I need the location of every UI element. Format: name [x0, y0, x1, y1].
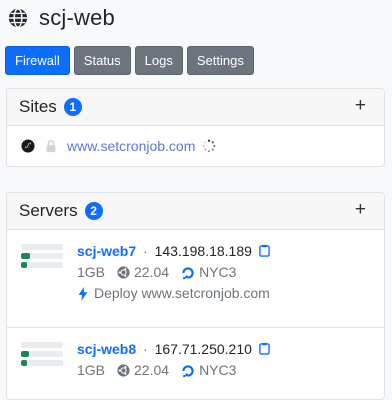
- usage-bar: [21, 360, 63, 366]
- symfony-icon: [21, 139, 35, 153]
- ubuntu-icon: [117, 266, 130, 279]
- server-region: NYC3: [199, 264, 237, 280]
- server-os-version: 22.04: [134, 362, 170, 378]
- lock-icon: [46, 140, 56, 153]
- sites-count-badge: 1: [63, 98, 82, 116]
- servers-count-badge: 2: [84, 202, 103, 220]
- servers-card: Servers 2 + scj-web7 · 143.198.18.189 1G…: [6, 192, 385, 400]
- server-row[interactable]: scj-web7 · 143.198.18.189 1GB 22.04 NYC3…: [7, 230, 384, 327]
- tab-bar: Firewall Status Logs Settings: [0, 46, 392, 75]
- site-row[interactable]: www.setcronjob.com: [7, 126, 384, 166]
- server-name[interactable]: scj-web8: [77, 341, 136, 357]
- digitalocean-icon: [182, 364, 194, 377]
- usage-bar: [21, 262, 63, 268]
- clipboard-icon[interactable]: [259, 244, 270, 257]
- globe-icon: [8, 8, 28, 28]
- servers-title: Servers: [19, 201, 78, 220]
- server-row[interactable]: scj-web8 · 167.71.250.210 1GB 22.04 NYC3: [7, 327, 384, 399]
- ubuntu-icon: [117, 364, 130, 377]
- tab-settings[interactable]: Settings: [186, 46, 254, 75]
- server-ip: 167.71.250.210: [154, 341, 252, 357]
- usage-bars: [21, 244, 63, 271]
- tab-status[interactable]: Status: [73, 46, 131, 75]
- sites-card: Sites 1 + www.setcronjob.com: [6, 88, 385, 167]
- server-memory: 1GB: [77, 264, 106, 280]
- sites-card-header: Sites 1 +: [7, 89, 384, 126]
- tab-logs[interactable]: Logs: [134, 46, 183, 75]
- server-name[interactable]: scj-web7: [77, 243, 136, 259]
- add-site-button[interactable]: +: [355, 95, 366, 117]
- clipboard-icon[interactable]: [259, 342, 270, 355]
- app-title: scj-web: [39, 5, 115, 30]
- usage-bars: [21, 342, 63, 369]
- digitalocean-icon: [182, 266, 194, 279]
- usage-bar: [21, 244, 63, 250]
- server-memory: 1GB: [77, 362, 106, 378]
- site-link[interactable]: www.setcronjob.com: [67, 138, 195, 154]
- usage-bar: [21, 253, 63, 259]
- add-server-button[interactable]: +: [355, 199, 366, 221]
- app-header: scj-web: [0, 0, 392, 36]
- sites-title: Sites: [19, 97, 57, 116]
- tab-firewall[interactable]: Firewall: [5, 46, 70, 75]
- deploy-link[interactable]: Deploy www.setcronjob.com: [94, 283, 270, 304]
- loading-spinner-icon: [203, 139, 216, 153]
- servers-card-header: Servers 2 +: [7, 193, 384, 230]
- server-region: NYC3: [199, 362, 237, 378]
- bolt-icon: [78, 286, 88, 301]
- server-os-version: 22.04: [134, 264, 170, 280]
- usage-bar: [21, 342, 63, 348]
- usage-bar: [21, 351, 63, 357]
- server-ip: 143.198.18.189: [154, 243, 252, 259]
